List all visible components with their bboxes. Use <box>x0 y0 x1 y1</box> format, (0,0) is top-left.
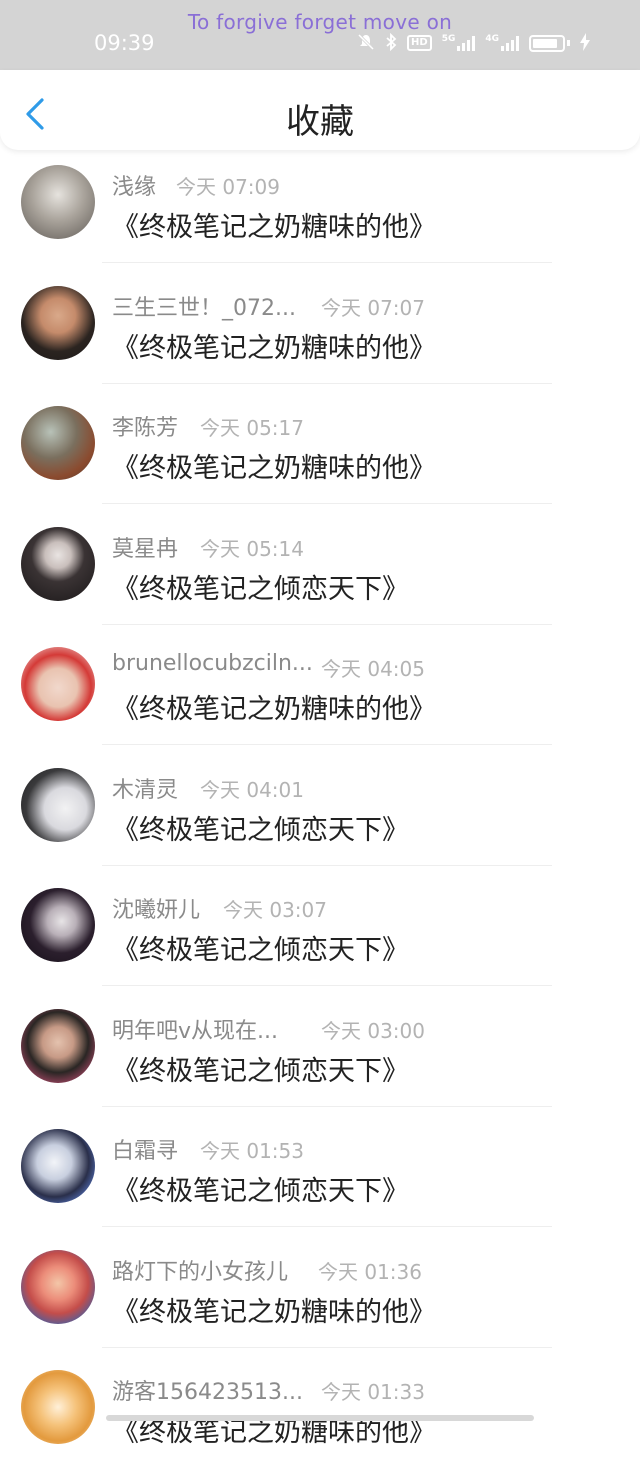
battery-icon <box>529 34 565 52</box>
scroll-indicator[interactable] <box>106 1415 534 1421</box>
book-title[interactable]: 《终极笔记之倾恋天下》 <box>112 808 409 847</box>
avatar[interactable] <box>21 1129 95 1203</box>
timestamp: 今天 03:07 <box>223 898 327 922</box>
username[interactable]: 明年吧v从现在... <box>112 1013 278 1045</box>
bluetooth-icon <box>385 32 397 53</box>
net-label-4g: 4G <box>485 34 499 44</box>
book-title[interactable]: 《终极笔记之奶糖味的他》 <box>112 326 436 365</box>
avatar[interactable] <box>21 1008 95 1083</box>
timestamp: 今天 01:36 <box>318 1259 422 1284</box>
book-title[interactable]: 《终极笔记之奶糖味的他》 <box>112 446 436 485</box>
charging-icon <box>580 32 590 54</box>
avatar[interactable] <box>21 406 95 480</box>
username[interactable]: 沈曦妍儿 <box>112 892 200 924</box>
list-item[interactable]: 白霜寻 今天 01:53 《终极笔记之倾恋天下》 <box>0 1114 640 1235</box>
net-label-5g: 5G <box>441 34 456 44</box>
divider <box>102 382 552 384</box>
avatar[interactable] <box>21 165 95 239</box>
username[interactable]: brunellocubzciln... <box>112 651 313 676</box>
book-title[interactable]: 《终极笔记之奶糖味的他》 <box>112 687 436 726</box>
book-title[interactable]: 《终极笔记之倾恋天下》 <box>112 1049 409 1088</box>
book-title[interactable]: 《终极笔记之倾恋天下》 <box>112 567 409 606</box>
avatar[interactable] <box>21 1249 95 1324</box>
5g-signal-icon: 5G <box>442 35 476 51</box>
timestamp: 今天 04:05 <box>321 657 425 681</box>
divider <box>102 744 552 745</box>
book-title[interactable]: 《终极笔记之倾恋天下》 <box>112 1169 409 1208</box>
username[interactable]: 游客156423513... <box>112 1374 303 1406</box>
list-item[interactable]: brunellocubzciln... 今天 04:05 《终极笔记之奶糖味的他… <box>0 632 640 753</box>
avatar[interactable] <box>21 888 95 962</box>
page-title: 收藏 <box>286 102 354 142</box>
clock: 09:39 <box>94 31 155 55</box>
timestamp: 今天 07:09 <box>176 175 280 199</box>
list-item[interactable]: 三生三世！_072... 今天 07:07 《终极笔记之奶糖味的他》 <box>0 271 640 392</box>
divider <box>102 864 552 866</box>
username[interactable]: 浅缘 <box>112 169 156 201</box>
list-item[interactable]: 沈曦妍儿 今天 03:07 《终极笔记之倾恋天下》 <box>0 873 640 994</box>
timestamp: 今天 05:17 <box>200 416 304 440</box>
username[interactable]: 白霜寻 <box>112 1133 178 1165</box>
avatar[interactable] <box>21 647 95 721</box>
timestamp: 今天 01:33 <box>321 1380 425 1404</box>
timestamp: 今天 05:14 <box>200 536 304 561</box>
4g-signal-icon: 4G <box>485 35 519 51</box>
list-item[interactable]: 路灯下的小女孩儿 今天 01:36 《终极笔记之奶糖味的他》 <box>0 1235 640 1356</box>
divider <box>102 262 552 263</box>
list-item[interactable]: 浅缘 今天 07:09 《终极笔记之奶糖味的他》 <box>0 150 640 271</box>
status-icons: HD 5G 4G <box>357 32 590 54</box>
username[interactable]: 莫星冉 <box>112 531 178 563</box>
battery-tip <box>567 40 570 46</box>
username[interactable]: 木清灵 <box>112 772 178 804</box>
divider <box>102 503 552 504</box>
username[interactable]: 三生三世！_072... <box>112 290 296 322</box>
username[interactable]: 路灯下的小女孩儿 <box>112 1254 288 1286</box>
list-item[interactable]: 莫星冉 今天 05:14 《终极笔记之倾恋天下》 <box>0 512 640 633</box>
timestamp: 今天 04:01 <box>200 777 304 802</box>
timestamp: 今天 07:07 <box>321 295 425 320</box>
status-bar: To forgive forget move on 09:39 HD 5G 4G <box>0 0 640 70</box>
avatar[interactable] <box>21 767 95 842</box>
avatar[interactable] <box>21 1370 95 1444</box>
divider <box>102 623 552 625</box>
divider <box>102 1226 552 1227</box>
header-bar: 收藏 <box>0 70 640 150</box>
avatar[interactable] <box>21 285 95 360</box>
book-title[interactable]: 《终极笔记之奶糖味的他》 <box>112 205 436 244</box>
timestamp: 今天 03:00 <box>321 1018 425 1043</box>
list-item[interactable]: 明年吧v从现在... 今天 03:00 《终极笔记之倾恋天下》 <box>0 994 640 1115</box>
hd-icon: HD <box>407 35 432 51</box>
divider <box>102 1346 552 1348</box>
divider <box>102 1105 552 1107</box>
favorites-list: 浅缘 今天 07:09 《终极笔记之奶糖味的他》 三生三世！_072... 今天… <box>0 150 640 1476</box>
username[interactable]: 李陈芳 <box>112 410 178 442</box>
avatar[interactable] <box>21 526 95 601</box>
book-title[interactable]: 《终极笔记之奶糖味的他》 <box>112 1290 436 1329</box>
list-item[interactable]: 木清灵 今天 04:01 《终极笔记之倾恋天下》 <box>0 753 640 874</box>
timestamp: 今天 01:53 <box>200 1139 304 1163</box>
mute-icon <box>357 33 375 53</box>
book-title[interactable]: 《终极笔记之倾恋天下》 <box>112 928 409 967</box>
divider <box>102 985 552 986</box>
list-item[interactable]: 李陈芳 今天 05:17 《终极笔记之奶糖味的他》 <box>0 391 640 512</box>
